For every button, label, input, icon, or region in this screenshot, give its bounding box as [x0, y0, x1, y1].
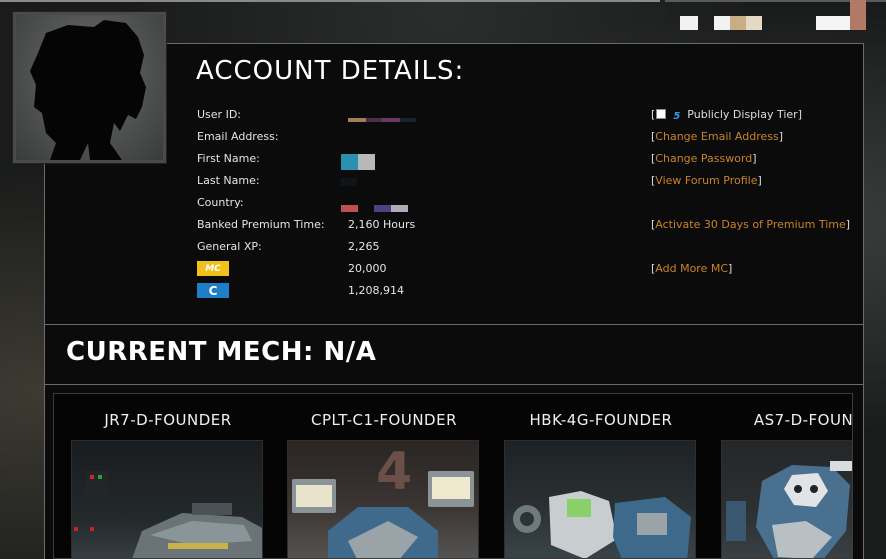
- activate-premium-link[interactable]: Activate 30 Days of Premium Time: [655, 218, 845, 231]
- redacted-country: [374, 205, 391, 212]
- mech-image-hbk-4g: [504, 440, 696, 558]
- general-xp-label: General XP:: [197, 240, 262, 253]
- mech-image-as7-d: [721, 440, 852, 558]
- mech-card-jr7-d[interactable]: JR7-D-FOUNDER: [68, 394, 268, 558]
- section-divider: [44, 324, 864, 325]
- general-xp-value: 2,265: [348, 240, 380, 253]
- mech-card-as7-d[interactable]: AS7-D-FOUNDER: [720, 394, 853, 558]
- redacted-block: [714, 16, 730, 30]
- cbills-value: 1,208,914: [348, 284, 404, 297]
- banked-premium-label: Banked Premium Time:: [197, 218, 325, 231]
- view-forum-profile-link[interactable]: View Forum Profile: [655, 174, 757, 187]
- mech-name: HBK-4G-FOUNDER: [529, 411, 673, 429]
- top-border-line: [0, 0, 660, 2]
- redacted-user-id: [400, 118, 416, 122]
- activate-premium-action: [Activate 30 Days of Premium Time]: [651, 218, 850, 231]
- mech-name: JR7-D-FOUNDER: [104, 411, 232, 429]
- change-email-link[interactable]: Change Email Address: [655, 130, 778, 143]
- first-name-label: First Name:: [197, 152, 260, 165]
- redacted-user-id: [366, 118, 382, 122]
- mech-card-hbk-4g[interactable]: HBK-4G-FOUNDER: [501, 394, 701, 558]
- mech-name: AS7-D-FOUNDER: [753, 411, 853, 429]
- cbills-badge-text: C: [208, 283, 218, 298]
- mech-image-jr7-d: [71, 440, 263, 558]
- change-password-action: [Change Password]: [651, 152, 757, 165]
- mech-render-icon: [74, 471, 262, 558]
- redacted-country: [341, 205, 358, 212]
- mech-render-icon: 4: [292, 442, 474, 558]
- mech-image-cplt-c1: 4: [287, 440, 479, 558]
- bracket-open: [: [651, 108, 656, 121]
- mech-card-cplt-c1[interactable]: CPLT-C1-FOUNDER 4: [284, 394, 484, 558]
- account-details-title: ACCOUNT DETAILS:: [196, 56, 465, 86]
- banked-premium-value: 2,160 Hours: [348, 218, 416, 231]
- redacted-user-id: [348, 118, 366, 122]
- public-tier-checkbox[interactable]: [656, 109, 667, 119]
- change-password-link[interactable]: Change Password: [655, 152, 752, 165]
- public-tier-label: Publicly Display Tier: [687, 108, 798, 121]
- email-label: Email Address:: [197, 130, 279, 143]
- avatar-background: [16, 15, 163, 160]
- country-label: Country:: [197, 196, 244, 209]
- bracket-close: ]: [757, 174, 762, 187]
- user-id-label: User ID:: [197, 108, 241, 121]
- bracket-close: ]: [728, 262, 733, 275]
- mech-render-icon: [726, 461, 852, 558]
- section-divider: [44, 384, 864, 385]
- mech-render-icon: [513, 491, 691, 558]
- change-email-action: [Change Email Address]: [651, 130, 783, 143]
- redacted-first-name: [358, 154, 375, 170]
- redacted-last-name: [341, 178, 357, 186]
- add-mc-action: [Add More MC]: [651, 262, 732, 275]
- add-mc-link[interactable]: Add More MC: [655, 262, 728, 275]
- mech-list: JR7-D-FOUNDER CPLT-C1-FOUNDER 4 HBK-4G-F…: [53, 393, 853, 559]
- mc-currency-icon: MC: [197, 261, 229, 276]
- redacted-block: [730, 16, 746, 30]
- redacted-block: [816, 16, 850, 30]
- redacted-block: [850, 0, 866, 30]
- cbills-currency-icon: C: [197, 283, 229, 298]
- bracket-close: ]: [778, 130, 784, 143]
- mech-name: CPLT-C1-FOUNDER: [310, 411, 458, 429]
- mech-decal: 4: [376, 442, 412, 502]
- bracket-close: ]: [845, 218, 851, 231]
- mech-silhouette-icon: [30, 20, 146, 160]
- redacted-block: [680, 16, 698, 30]
- mc-badge-text: MC: [205, 263, 221, 274]
- redacted-country: [391, 205, 408, 212]
- bracket-close: ]: [752, 152, 757, 165]
- mc-value: 20,000: [348, 262, 387, 275]
- last-name-label: Last Name:: [197, 174, 260, 187]
- redacted-user-id: [382, 118, 400, 122]
- redacted-block: [746, 16, 762, 30]
- bracket-close: ]: [797, 108, 802, 121]
- public-tier-toggle[interactable]: [5 Publicly Display Tier]: [651, 108, 802, 122]
- view-forum-profile-action: [View Forum Profile]: [651, 174, 762, 187]
- tier-icon: 5: [673, 111, 681, 122]
- current-mech-title: CURRENT MECH: N/A: [66, 337, 377, 367]
- redacted-first-name: [341, 154, 358, 170]
- avatar: [12, 11, 167, 164]
